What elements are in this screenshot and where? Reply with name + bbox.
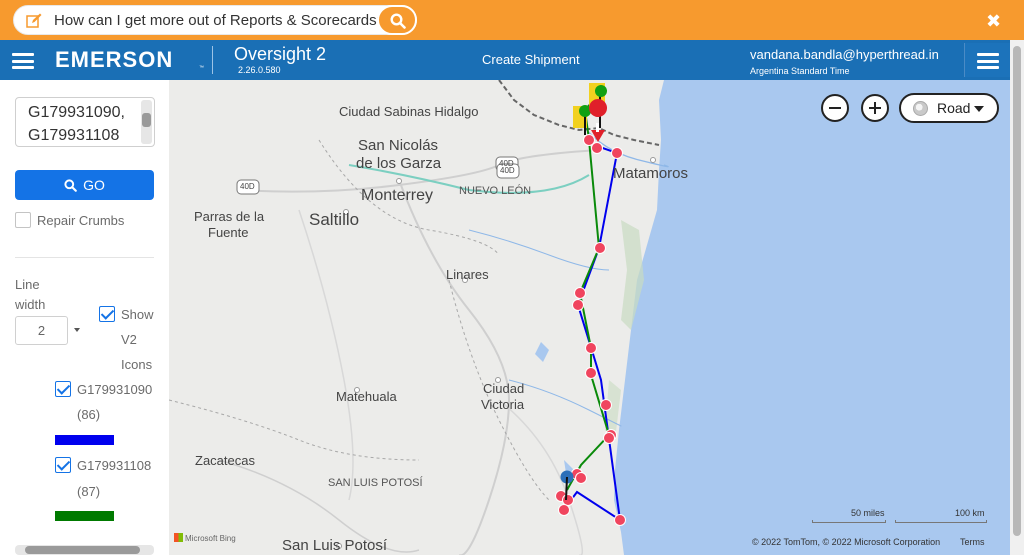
zoom-out-button[interactable] bbox=[821, 94, 849, 122]
logo-trademark: ™ bbox=[199, 65, 204, 71]
shipment-ids-textarea[interactable]: G179931090, G179931108 bbox=[15, 97, 155, 147]
feedback-question-box[interactable]: How can I get more out of Reports & Scor… bbox=[13, 5, 417, 35]
feedback-bar: How can I get more out of Reports & Scor… bbox=[0, 0, 1024, 40]
app-version: 2.26.0.580 bbox=[238, 65, 281, 75]
menu-icon bbox=[977, 53, 999, 69]
chevron-down-icon[interactable] bbox=[74, 328, 80, 332]
bing-logo-text: Microsoft Bing bbox=[185, 534, 236, 543]
chevron-down-icon bbox=[974, 106, 984, 112]
start-marker bbox=[595, 85, 607, 97]
edit-icon bbox=[26, 13, 42, 28]
shipment-id-label: G179931090 bbox=[77, 382, 153, 397]
map-label-city: San Luis Potosí bbox=[282, 537, 388, 554]
shipment-crumb-count: (87) bbox=[77, 484, 101, 499]
zoom-in-button[interactable] bbox=[861, 94, 889, 122]
map-style-label: Road bbox=[937, 100, 971, 116]
show-v2-icons-label: Show bbox=[121, 307, 154, 322]
line-width-select[interactable]: 2 bbox=[15, 316, 68, 345]
line-width-label: Line bbox=[15, 277, 40, 292]
shipment-color-swatch bbox=[55, 435, 114, 445]
search-icon bbox=[390, 13, 406, 29]
sidebar-horizontal-scrollbar[interactable] bbox=[15, 545, 154, 555]
shipment-id-line: G179931090, bbox=[28, 104, 125, 121]
scale-bar-km bbox=[895, 520, 987, 523]
gulf-water bbox=[614, 80, 1010, 555]
main-navbar: EMERSON ™ Oversight 2 2.26.0.580 Create … bbox=[0, 40, 1010, 80]
scale-bar-miles bbox=[812, 520, 886, 523]
microsoft-logo-icon bbox=[174, 533, 183, 542]
map-label-city: Ciudad Sabinas Hidalgo bbox=[339, 104, 479, 119]
shipment-toggle-checkbox[interactable] bbox=[55, 381, 71, 397]
map-label-state: SAN LUIS POTOSÍ bbox=[328, 477, 423, 489]
map-label-city: Saltillo bbox=[309, 210, 360, 229]
map-label-city: Zacatecas bbox=[195, 453, 255, 468]
shipment-crumb-count: (86) bbox=[77, 407, 101, 422]
repair-crumbs-checkbox[interactable] bbox=[15, 212, 31, 228]
user-email[interactable]: vandana.bandla@hyperthread.in bbox=[750, 47, 939, 62]
map-label-city: Fuente bbox=[208, 225, 249, 240]
show-v2-icons-label: Icons bbox=[121, 357, 153, 372]
app-name: Oversight 2 bbox=[234, 44, 327, 64]
globe-icon bbox=[913, 101, 928, 116]
page-vertical-scrollbar[interactable] bbox=[1010, 40, 1024, 555]
search-icon bbox=[64, 179, 77, 192]
logo-divider bbox=[212, 46, 213, 74]
map-label-city: Monterrey bbox=[361, 187, 434, 204]
line-width-label: width bbox=[15, 297, 46, 312]
go-label: GO bbox=[83, 177, 105, 193]
go-button[interactable]: GO bbox=[15, 170, 154, 200]
bing-logo[interactable]: Microsoft Bing bbox=[174, 533, 236, 543]
map-label-city: Victoria bbox=[481, 397, 525, 412]
map-terms-link[interactable]: Terms bbox=[960, 537, 985, 547]
sidebar: G179931090, G179931108 GO Repair Crumbs … bbox=[0, 80, 169, 555]
left-menu-icon[interactable] bbox=[12, 53, 34, 69]
shipment-id-line: G179931108 bbox=[28, 127, 120, 144]
feedback-search-button[interactable] bbox=[377, 5, 417, 35]
route-line-g179931090 bbox=[570, 137, 622, 523]
right-menu-button[interactable] bbox=[964, 43, 1010, 77]
map-style-dropdown[interactable]: Road bbox=[899, 93, 999, 123]
map-label-city: Parras de la bbox=[194, 209, 265, 224]
create-shipment-link[interactable]: Create Shipment bbox=[482, 52, 580, 67]
show-v2-icons-checkbox[interactable] bbox=[99, 306, 115, 322]
state-border bbox=[169, 399, 420, 461]
shipment-toggle-checkbox[interactable] bbox=[55, 457, 71, 473]
emerson-logo: EMERSON bbox=[55, 47, 174, 72]
user-timezone: Argentina Standard Time bbox=[750, 66, 850, 76]
scale-miles: 50 miles bbox=[851, 508, 885, 518]
show-v2-icons-label: V2 bbox=[121, 332, 137, 347]
map-label-state: NUEVO LEÓN bbox=[459, 185, 532, 197]
close-feedback-button[interactable]: ✖ bbox=[986, 12, 1001, 30]
map-view[interactable]: Ciudad Sabinas Hidalgo San Nicolás de lo… bbox=[169, 80, 1010, 555]
highway-number: 40D bbox=[240, 182, 255, 191]
shipment-color-swatch bbox=[55, 511, 114, 521]
feedback-question-text: How can I get more out of Reports & Scor… bbox=[54, 12, 385, 29]
scale-km: 100 km bbox=[955, 508, 985, 518]
repair-crumbs-label: Repair Crumbs bbox=[37, 213, 125, 228]
lagoon bbox=[535, 342, 549, 362]
map-label-city: Ciudad bbox=[483, 381, 525, 396]
map-label-city: Matamoros bbox=[613, 165, 689, 182]
highway-number: 40D bbox=[500, 166, 515, 175]
map-canvas bbox=[169, 80, 1010, 555]
map-label-city: Matehuala bbox=[336, 389, 397, 404]
road bbox=[298, 209, 354, 501]
map-copyright: © 2022 TomTom, © 2022 Microsoft Corporat… bbox=[752, 537, 941, 547]
divider bbox=[15, 257, 154, 258]
river bbox=[468, 229, 610, 271]
textarea-scrollbar[interactable] bbox=[141, 100, 152, 144]
shipment-id-label: G179931108 bbox=[77, 458, 152, 473]
map-label-city: Linares bbox=[446, 267, 489, 282]
map-label-city: de los Garza bbox=[356, 155, 442, 172]
map-label-city: San Nicolás bbox=[358, 137, 439, 154]
